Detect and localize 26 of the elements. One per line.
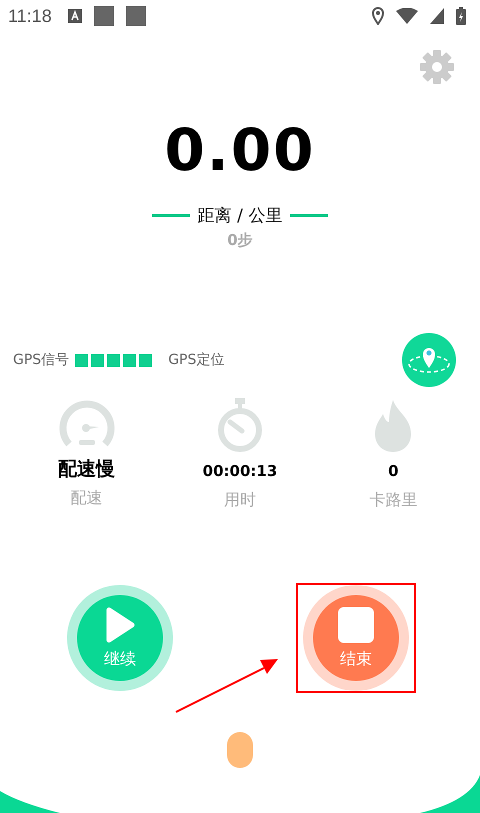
stat-value: 00:00:13 bbox=[202, 461, 278, 482]
notification-icon bbox=[126, 6, 146, 26]
battery-icon bbox=[456, 7, 466, 25]
stat-label: 配速 bbox=[70, 488, 103, 509]
drag-handle[interactable] bbox=[227, 732, 253, 768]
stat-label: 用时 bbox=[224, 490, 256, 511]
gps-locate-label: GPS定位 bbox=[168, 351, 224, 369]
stat-value: 配速慢 bbox=[58, 457, 116, 482]
stop-button[interactable]: 结束 bbox=[313, 595, 399, 681]
distance-label: 距离 / 公里 bbox=[198, 205, 282, 227]
signal-icon bbox=[430, 8, 444, 24]
gps-signal-label: GPS信号 bbox=[13, 351, 70, 369]
status-time: 11:18 bbox=[8, 6, 52, 26]
wifi-icon bbox=[396, 8, 418, 24]
notification-icon bbox=[68, 9, 82, 23]
distance-value: 0.00 bbox=[163, 116, 317, 184]
notification-icon bbox=[94, 6, 114, 26]
settings-icon[interactable] bbox=[420, 50, 454, 84]
step-count: 0步 bbox=[226, 231, 254, 250]
stat-value: 0 bbox=[388, 461, 399, 482]
resume-button[interactable]: 继续 bbox=[77, 595, 163, 681]
location-icon bbox=[372, 7, 384, 25]
locate-button[interactable] bbox=[402, 333, 456, 387]
stat-label: 卡路里 bbox=[369, 490, 418, 511]
play-icon bbox=[105, 606, 135, 642]
stop-icon bbox=[338, 606, 374, 642]
